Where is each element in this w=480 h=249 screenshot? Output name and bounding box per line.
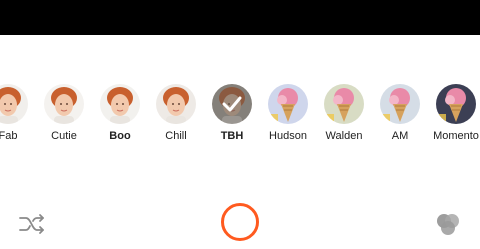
filter-item-hudson[interactable]: Hudson bbox=[260, 84, 316, 142]
filter-thumbnail bbox=[436, 84, 476, 124]
filter-item-am[interactable]: AM bbox=[372, 84, 428, 142]
filter-preview-image bbox=[100, 84, 140, 124]
filter-item-fab[interactable]: Fab bbox=[0, 84, 36, 142]
shuffle-button[interactable] bbox=[18, 213, 46, 235]
filter-thumbnail bbox=[0, 84, 28, 124]
filter-label: Momento bbox=[433, 130, 479, 142]
filter-label: Boo bbox=[109, 130, 131, 142]
filter-thumbnail bbox=[380, 84, 420, 124]
filter-label: Chill bbox=[165, 130, 187, 142]
filter-item-momento[interactable]: Momento bbox=[428, 84, 480, 142]
filter-thumbnail bbox=[268, 84, 308, 124]
filter-label: Hudson bbox=[269, 130, 307, 142]
status-bar bbox=[0, 0, 480, 35]
filter-preview-image bbox=[156, 84, 196, 124]
filter-thumbnail bbox=[156, 84, 196, 124]
filter-thumbnail bbox=[212, 84, 252, 124]
filter-item-walden[interactable]: Walden bbox=[316, 84, 372, 142]
checkmark-icon bbox=[222, 96, 242, 112]
filter-label: AM bbox=[391, 130, 409, 142]
color-circles-icon bbox=[437, 214, 459, 235]
filter-preview-image bbox=[268, 84, 308, 124]
filter-label: Walden bbox=[325, 130, 363, 142]
selected-overlay bbox=[212, 84, 252, 124]
filter-thumbnail bbox=[44, 84, 84, 124]
filter-label: Fab bbox=[0, 130, 18, 142]
filter-thumbnail bbox=[100, 84, 140, 124]
shuffle-icon bbox=[19, 214, 44, 234]
filter-item-tbh[interactable]: TBH bbox=[204, 84, 260, 142]
filter-item-boo[interactable]: Boo bbox=[92, 84, 148, 142]
filter-item-chill[interactable]: Chill bbox=[148, 84, 204, 142]
shutter-button[interactable] bbox=[221, 203, 259, 241]
filter-preview-image bbox=[44, 84, 84, 124]
filter-preview-image bbox=[380, 84, 420, 124]
filter-preview-image bbox=[324, 84, 364, 124]
color-adjust-button[interactable] bbox=[435, 213, 461, 237]
filter-label: Cutie bbox=[51, 130, 77, 142]
filter-thumbnail bbox=[324, 84, 364, 124]
filter-carousel[interactable]: Fab Cutie Boo Chill TBH Hudson Walden AM… bbox=[0, 84, 480, 148]
filter-item-cutie[interactable]: Cutie bbox=[36, 84, 92, 142]
filter-preview-image bbox=[436, 84, 476, 124]
filter-label: TBH bbox=[220, 130, 244, 142]
filter-preview-image bbox=[0, 84, 28, 124]
